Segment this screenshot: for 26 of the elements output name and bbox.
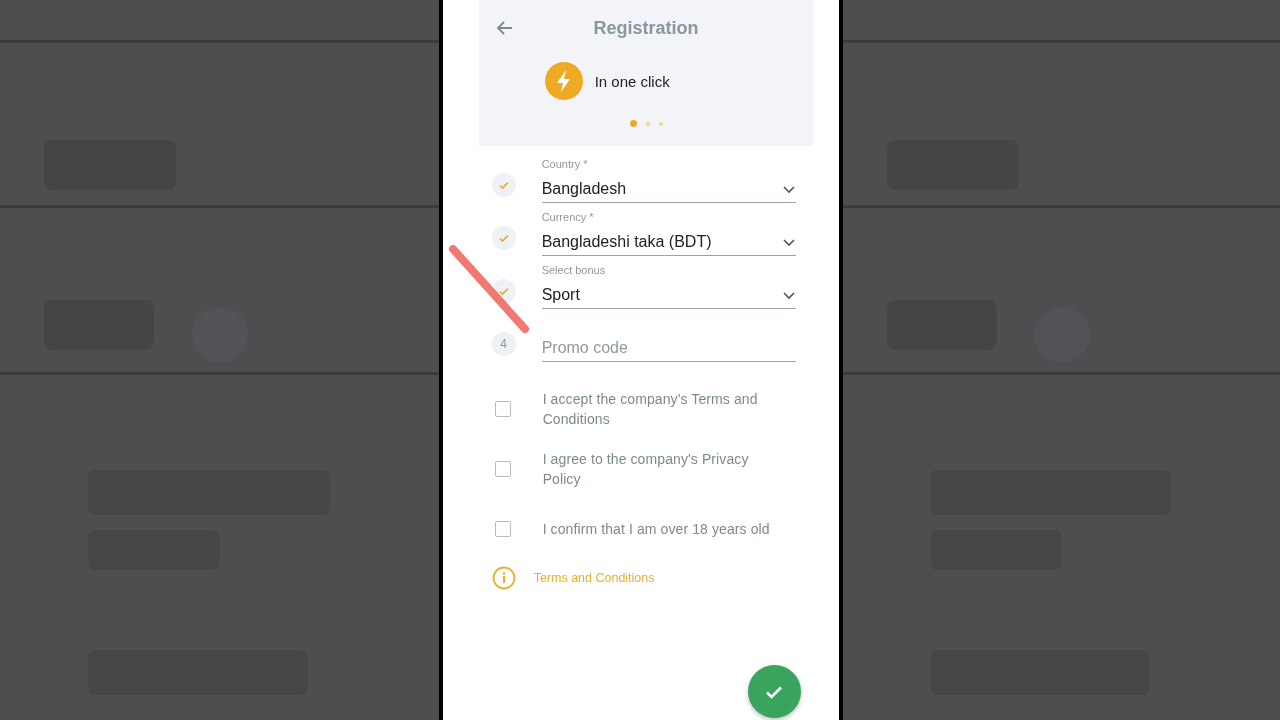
- lightning-icon: [544, 62, 583, 100]
- checkbox[interactable]: [494, 461, 511, 477]
- carousel-dot[interactable]: [645, 121, 650, 126]
- field-value: Sport: [541, 286, 581, 304]
- slide-label: In one click: [594, 72, 670, 90]
- checkbox[interactable]: [494, 521, 511, 537]
- carousel-dot[interactable]: [629, 120, 637, 127]
- agreement-text: I confirm that I am over 18 years old: [542, 520, 771, 539]
- checkbox[interactable]: [494, 401, 511, 417]
- select-field[interactable]: Country * Bangladesh: [541, 158, 796, 203]
- select-field[interactable]: Currency * Bangladeshi taka (BDT): [541, 211, 796, 256]
- field-label: Select bonus: [541, 264, 607, 278]
- info-icon: [491, 566, 516, 590]
- screen-title: Registration: [593, 17, 699, 39]
- field-label: Currency *: [541, 211, 595, 225]
- back-arrow-icon[interactable]: [495, 19, 514, 37]
- select-field[interactable]: Select bonus Sport: [541, 264, 796, 309]
- carousel-dot[interactable]: [658, 121, 663, 126]
- agreement-text: I accept the company's Terms and Conditions: [542, 390, 759, 429]
- step-number: 4: [491, 332, 516, 356]
- field-value: Bangladeshi taka (BDT): [541, 233, 713, 251]
- field-label: Country *: [541, 158, 589, 172]
- agreement-text: I agree to the company's Privacy Policy: [542, 450, 750, 489]
- submit-button[interactable]: [747, 665, 801, 718]
- input-field[interactable]: Promo code: [541, 339, 796, 357]
- field-value: Bangladesh: [541, 180, 628, 198]
